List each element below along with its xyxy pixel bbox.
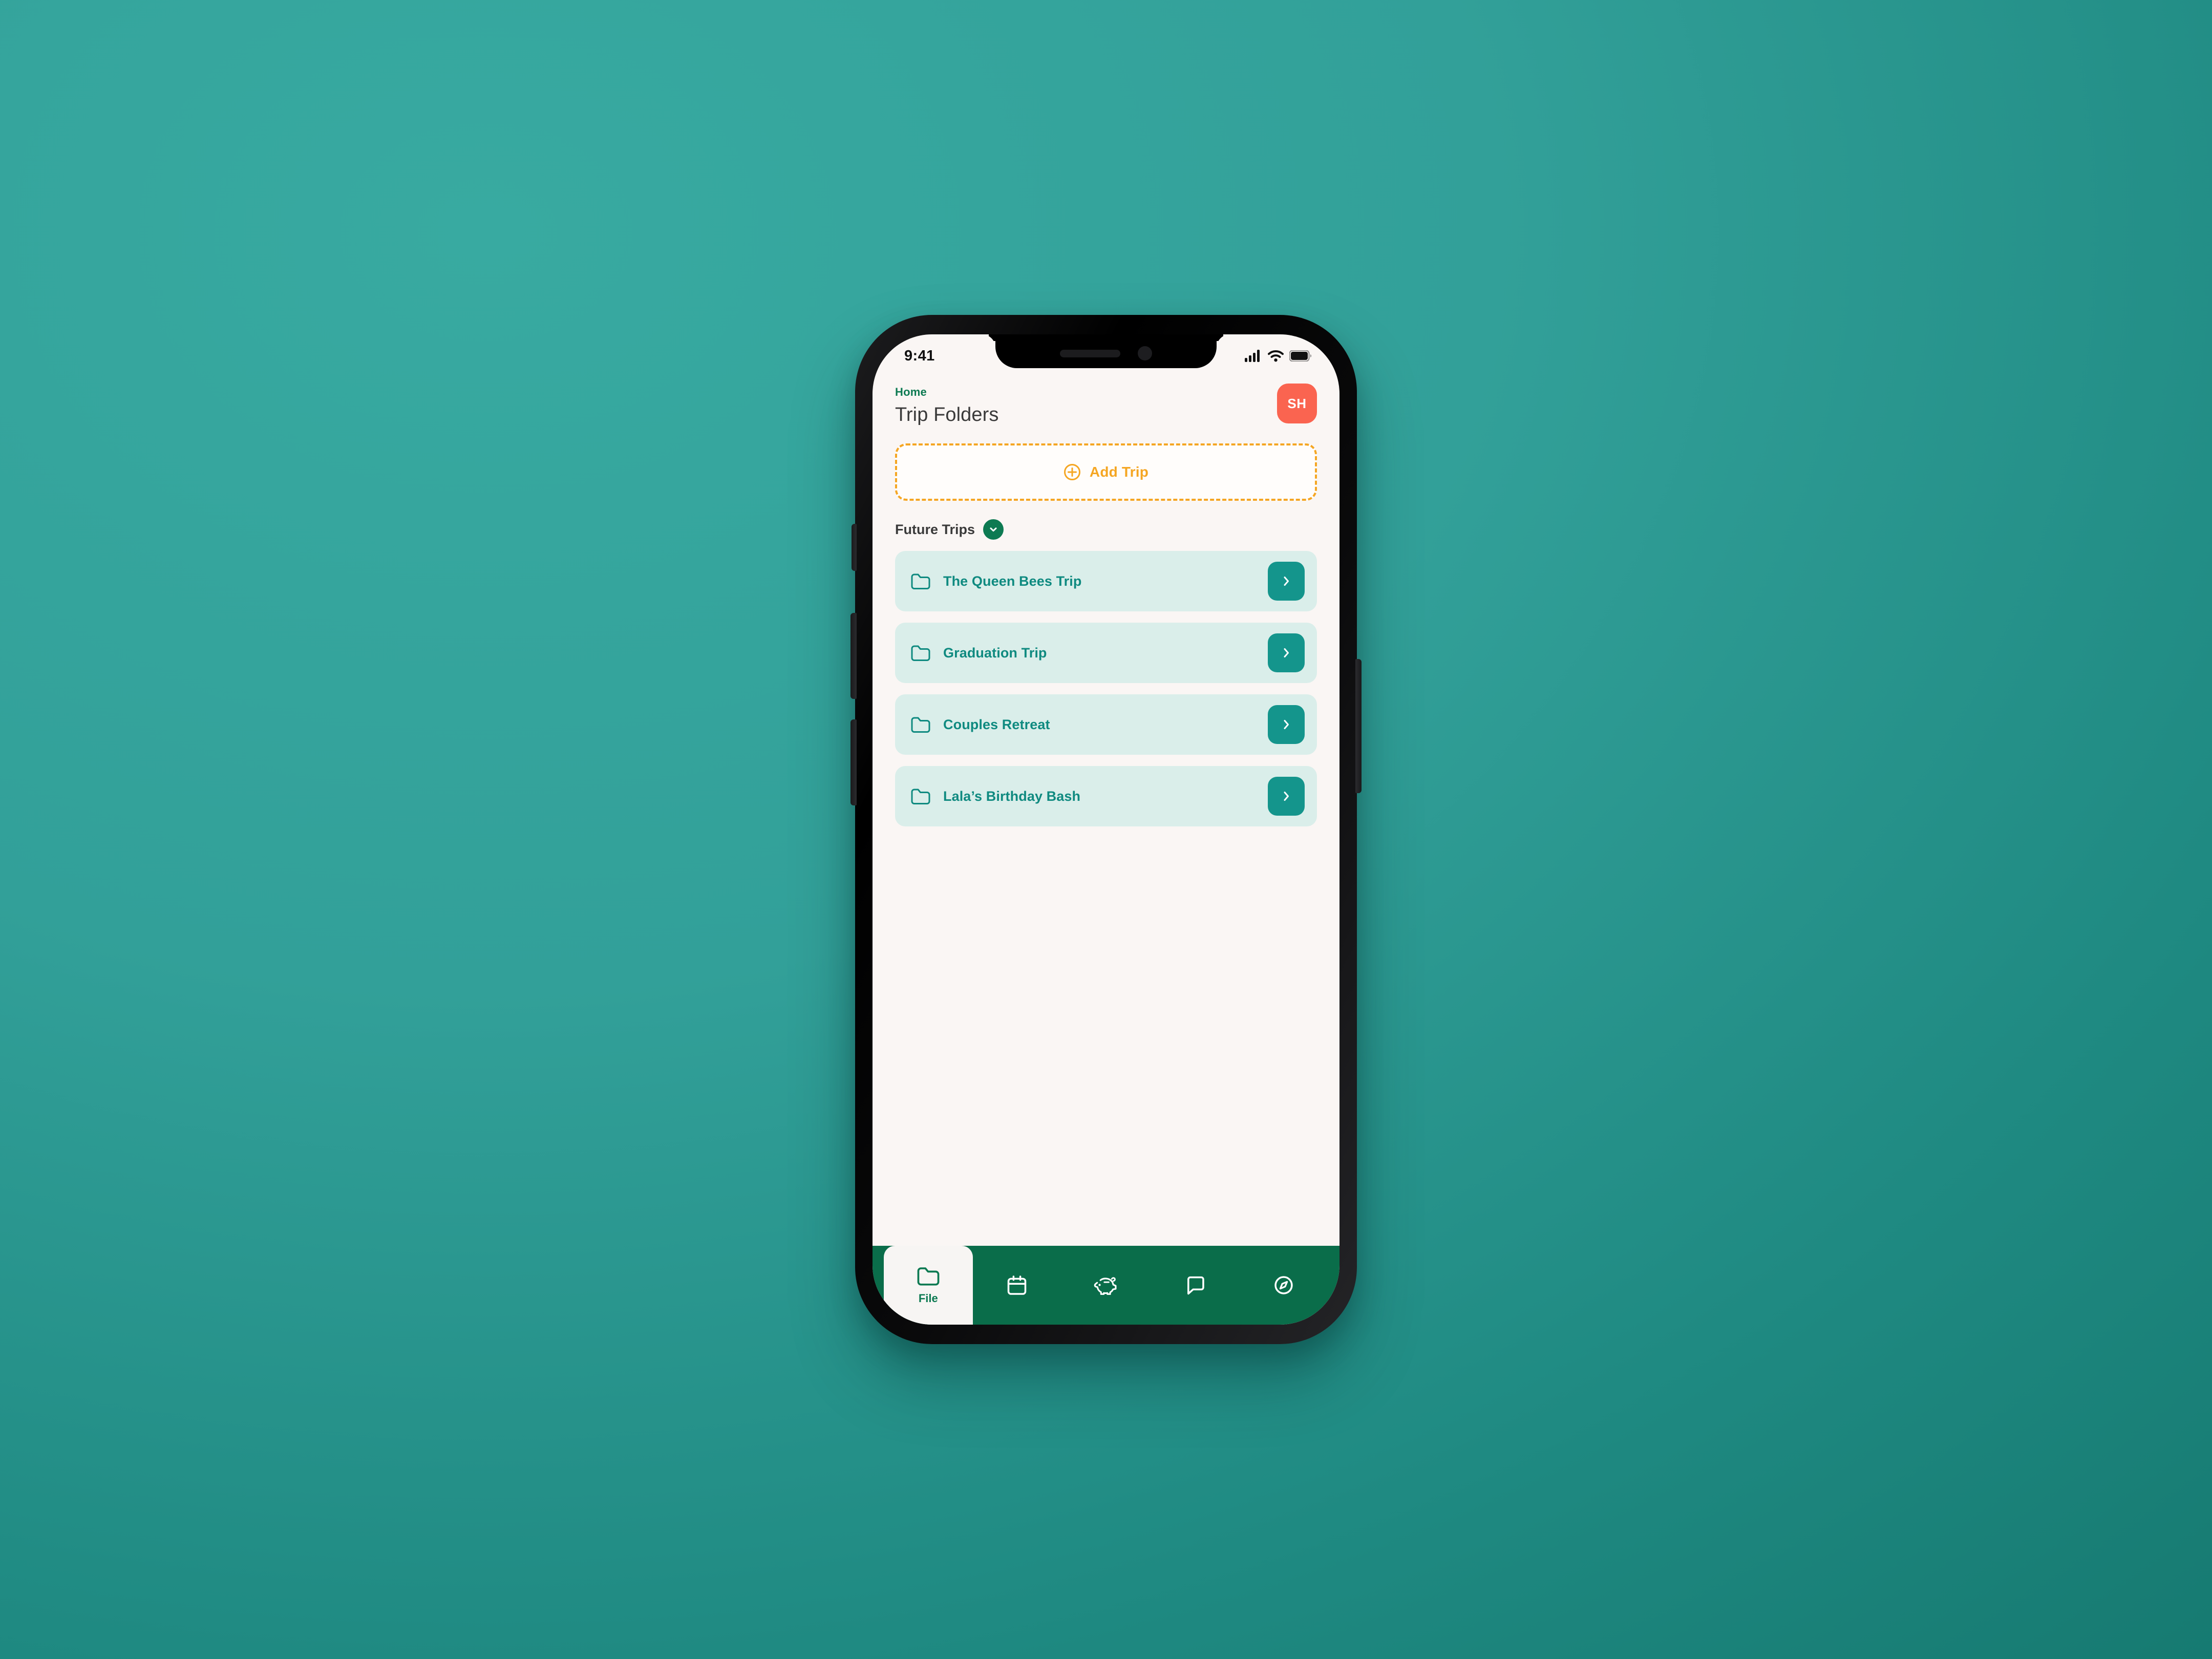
table-row[interactable]: The Queen Bees Trip [895,551,1317,611]
front-camera [1138,346,1152,360]
folder-icon [910,715,931,734]
trip-label: Lala’s Birthday Bash [943,788,1081,804]
tab-file-label: File [918,1292,938,1305]
power-button[interactable] [1355,659,1362,793]
trip-label: The Queen Bees Trip [943,573,1082,589]
add-trip-label: Add Trip [1089,464,1149,480]
trip-label: Graduation Trip [943,645,1047,661]
trip-folder-list: The Queen Bees Trip Graduation Trip Coup… [873,540,1339,1246]
plus-circle-icon [1064,463,1081,481]
table-row[interactable]: Graduation Trip [895,623,1317,683]
chevron-right-icon[interactable] [1268,633,1305,672]
page-title: Trip Folders [895,404,999,426]
status-icons [1245,350,1312,362]
app-header: Home Trip Folders SH [873,372,1339,429]
tab-budget[interactable] [1061,1246,1151,1325]
silence-switch[interactable] [852,524,857,571]
folder-icon [917,1265,940,1287]
trip-label: Couples Retreat [943,716,1050,732]
table-row[interactable]: Lala’s Birthday Bash [895,766,1317,826]
chevron-right-icon[interactable] [1268,777,1305,816]
avatar[interactable]: SH [1277,384,1317,423]
add-trip-button[interactable]: Add Trip [895,443,1317,501]
piggy-bank-icon [1093,1274,1119,1296]
chevron-right-icon[interactable] [1268,562,1305,601]
table-row[interactable]: Couples Retreat [895,694,1317,755]
folder-icon [910,572,931,590]
phone-screen: 9:41 Home Trip Folders SH Add Trip Futur… [873,334,1339,1325]
tab-calendar[interactable] [973,1246,1062,1325]
calendar-icon [1006,1274,1028,1296]
tab-file[interactable]: File [884,1246,973,1325]
bottom-tab-bar: File [873,1246,1339,1325]
wifi-icon [1268,350,1284,362]
future-trips-section-header: Future Trips [895,519,1317,540]
folder-icon [910,787,931,805]
phone-frame: 9:41 Home Trip Folders SH Add Trip Futur… [850,315,1362,1344]
battery-icon [1289,350,1312,361]
chevron-down-icon[interactable] [983,519,1004,540]
chat-bubble-icon [1184,1274,1206,1296]
tab-chat[interactable] [1151,1246,1240,1325]
phone-mockup: 9:41 Home Trip Folders SH Add Trip Futur… [850,315,1362,1344]
earpiece-speaker [1060,349,1120,357]
notch [995,334,1217,368]
volume-down-button[interactable] [850,719,857,805]
compass-icon [1272,1274,1295,1296]
breadcrumb[interactable]: Home [895,386,999,399]
status-time: 9:41 [904,347,935,364]
chevron-right-icon[interactable] [1268,705,1305,744]
folder-icon [910,644,931,662]
tab-explore[interactable] [1239,1246,1328,1325]
section-title: Future Trips [895,521,975,537]
header-text-group: Home Trip Folders [895,384,999,426]
volume-up-button[interactable] [850,613,857,699]
cellular-signal-icon [1245,350,1262,362]
